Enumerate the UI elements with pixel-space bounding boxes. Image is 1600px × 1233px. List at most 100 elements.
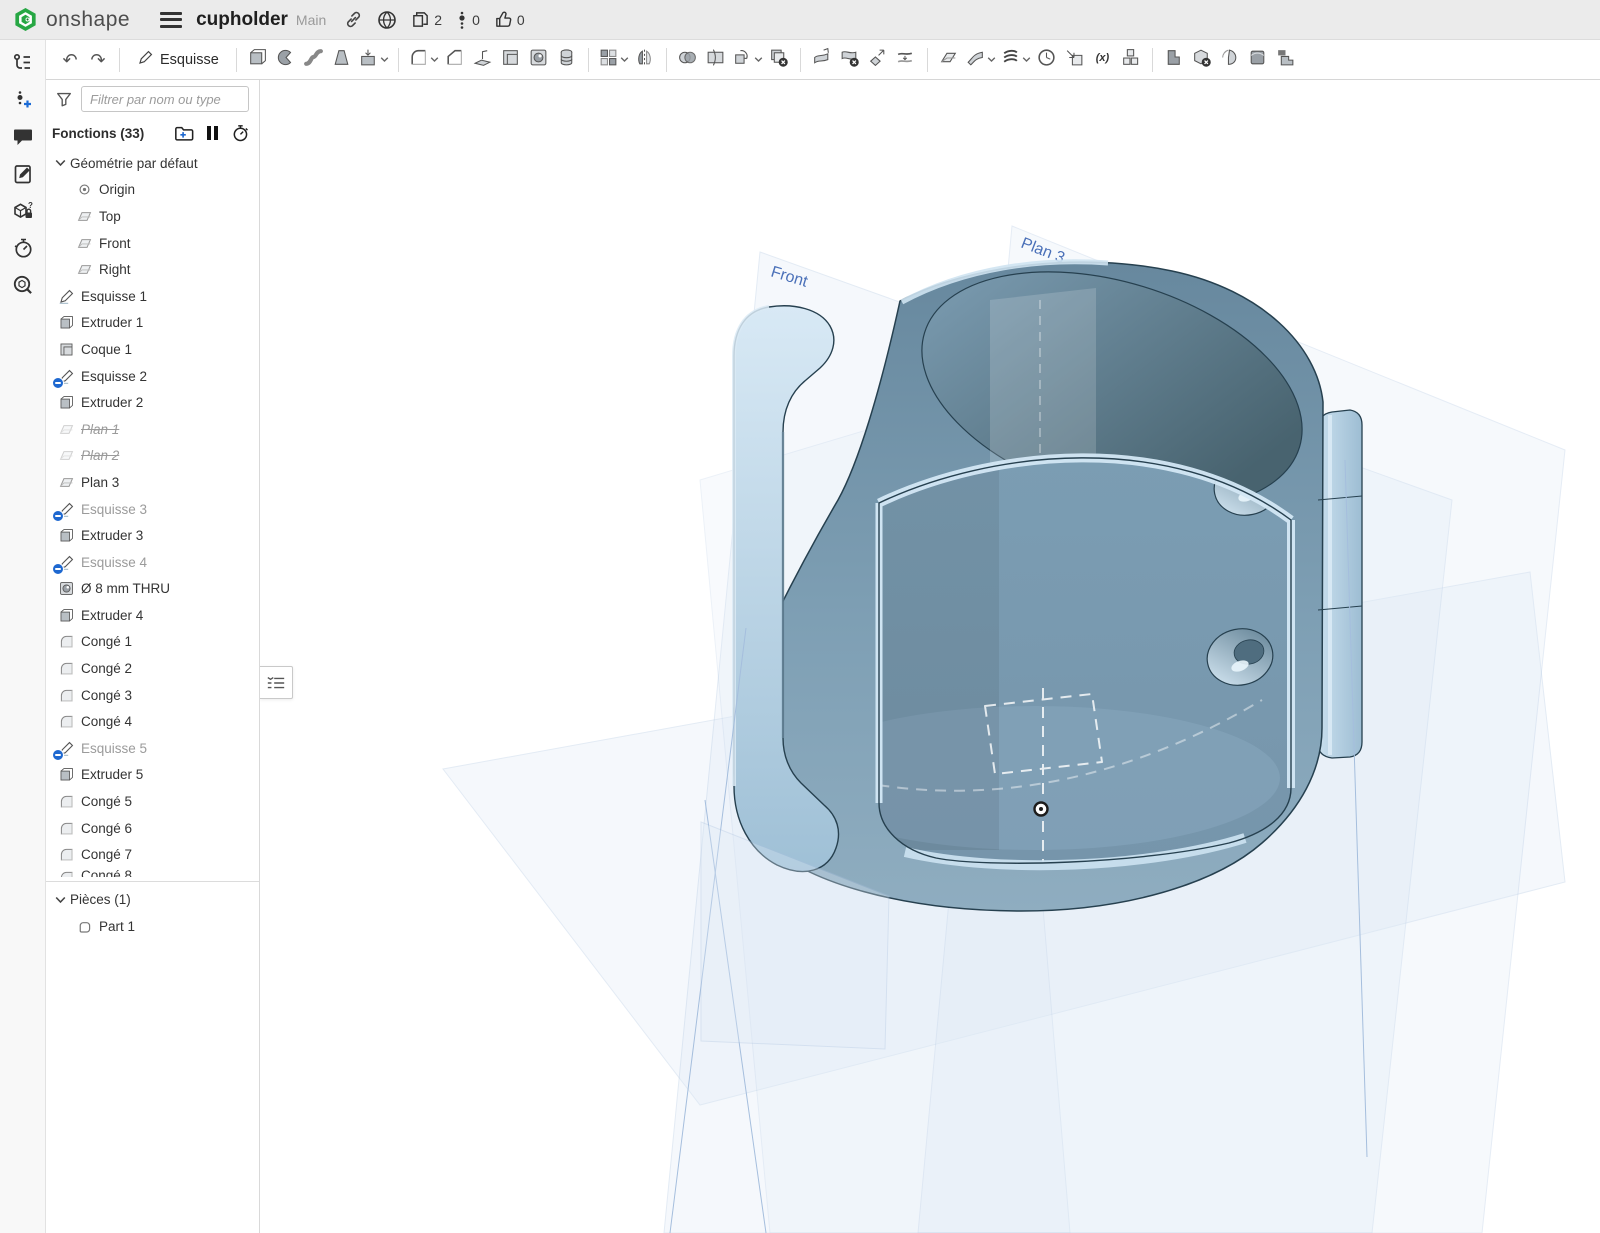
blocks-button[interactable]: [1117, 45, 1145, 75]
tree-feature-row[interactable]: Congé 6: [46, 815, 259, 842]
tree-feature-row[interactable]: Extruder 1: [46, 310, 259, 337]
import-icon: [1064, 47, 1085, 73]
shell-button[interactable]: [497, 45, 525, 75]
tree-feature-row[interactable]: Front: [46, 230, 259, 257]
mirror-button[interactable]: [631, 45, 659, 75]
feature-tree-rail-button[interactable]: [6, 48, 40, 82]
tree-feature-row[interactable]: Esquisse 3: [46, 496, 259, 523]
helix-button[interactable]: [998, 45, 1033, 75]
linear-pattern-button[interactable]: [596, 45, 631, 75]
extrude-button[interactable]: [244, 45, 272, 75]
transform-button[interactable]: [730, 45, 765, 75]
pattern-part-button[interactable]: [1272, 45, 1300, 75]
tree-collapse-handle[interactable]: [260, 666, 293, 699]
tree-feature-row[interactable]: Top: [46, 203, 259, 230]
delete-face-button[interactable]: [836, 45, 864, 75]
section-button[interactable]: [1216, 45, 1244, 75]
appearance-button[interactable]: [1244, 45, 1272, 75]
search-rail-button[interactable]: [6, 270, 40, 304]
import-button[interactable]: [1061, 45, 1089, 75]
tree-feature-row[interactable]: Esquisse 5: [46, 735, 259, 762]
tree-feature-row[interactable]: Origin: [46, 177, 259, 204]
hole-button[interactable]: [525, 45, 553, 75]
variable-button[interactable]: (x): [1089, 45, 1117, 75]
delete-part-button[interactable]: [765, 45, 793, 75]
sweep-button[interactable]: [300, 45, 328, 75]
tree-feature-row[interactable]: Extruder 4: [46, 602, 259, 629]
tree-feature-row[interactable]: Congé 2: [46, 655, 259, 682]
chevron-down-icon[interactable]: [987, 56, 996, 63]
origin-marker[interactable]: [1035, 803, 1048, 816]
tree-feature-row[interactable]: Plan 1: [46, 416, 259, 443]
delete-body-button[interactable]: [1188, 45, 1216, 75]
redo-button[interactable]: ↷: [84, 45, 112, 75]
sketch-button[interactable]: Esquisse: [127, 45, 229, 75]
tree-feature-row[interactable]: Extruder 2: [46, 389, 259, 416]
modify-fillet-button[interactable]: [808, 45, 836, 75]
version-dots-icon: [456, 10, 468, 30]
feature-toolbar: ↶↷ Esquisse (x): [46, 40, 1600, 80]
likes-counter[interactable]: 0: [494, 10, 525, 29]
public-document-button[interactable]: [377, 10, 397, 30]
chevron-down-icon[interactable]: [380, 56, 389, 63]
menu-icon[interactable]: [160, 12, 182, 28]
tree-feature-row[interactable]: Part 1: [46, 913, 259, 940]
learning-rail-button[interactable]: ?: [6, 196, 40, 230]
tree-feature-row[interactable]: Esquisse 1: [46, 283, 259, 310]
loft-button[interactable]: [328, 45, 356, 75]
suspend-icon[interactable]: [206, 125, 219, 141]
share-link-button[interactable]: [344, 10, 363, 29]
tree-feature-row[interactable]: Plan 2: [46, 443, 259, 470]
tree-feature-row[interactable]: Esquisse 2: [46, 363, 259, 390]
thicken-button[interactable]: [356, 45, 391, 75]
tree-feature-row[interactable]: Plan 3: [46, 469, 259, 496]
undo-button[interactable]: ↶: [56, 45, 84, 75]
move-face-button[interactable]: [864, 45, 892, 75]
parts-header-row[interactable]: Pièces (1): [46, 886, 259, 913]
offset-surface-button[interactable]: [963, 45, 998, 75]
tree-feature-row[interactable]: Congé 1: [46, 629, 259, 656]
copies-counter[interactable]: 2: [411, 10, 442, 29]
filter-icon[interactable]: [55, 90, 73, 108]
chamfer-button[interactable]: [441, 45, 469, 75]
workspace-name[interactable]: Main: [296, 12, 326, 28]
rollback-timer-icon[interactable]: [231, 124, 249, 142]
notes-rail-button[interactable]: [6, 159, 40, 193]
tree-feature-row[interactable]: Congé 5: [46, 788, 259, 815]
tree-feature-row[interactable]: Esquisse 4: [46, 549, 259, 576]
chevron-down-icon[interactable]: [430, 56, 439, 63]
tree-feature-row[interactable]: Congé 3: [46, 682, 259, 709]
plane-icon: [75, 261, 93, 279]
chevron-down-icon[interactable]: [620, 56, 629, 63]
replace-face-button[interactable]: [892, 45, 920, 75]
versions-add-rail-button[interactable]: [6, 85, 40, 119]
boolean-button[interactable]: [674, 45, 702, 75]
split-button[interactable]: [702, 45, 730, 75]
tree-feature-row[interactable]: Coque 1: [46, 336, 259, 363]
add-folder-icon[interactable]: [174, 125, 194, 142]
revolve-button[interactable]: [272, 45, 300, 75]
plane-button[interactable]: [935, 45, 963, 75]
rib-button[interactable]: [553, 45, 581, 75]
tree-feature-row[interactable]: Ø 8 mm THRU: [46, 576, 259, 603]
tree-feature-row[interactable]: Congé 7: [46, 841, 259, 868]
tree-feature-row[interactable]: Congé 8: [46, 868, 259, 877]
fillet-button[interactable]: [406, 45, 441, 75]
tree-feature-row[interactable]: Extruder 5: [46, 762, 259, 789]
tree-group-row[interactable]: Géométrie par défaut: [46, 150, 259, 177]
tree-feature-row[interactable]: Extruder 3: [46, 522, 259, 549]
tree-feature-row[interactable]: Congé 4: [46, 708, 259, 735]
filter-input[interactable]: [81, 86, 249, 112]
draft-button[interactable]: [469, 45, 497, 75]
extract-part-button[interactable]: [1160, 45, 1188, 75]
performance-rail-button[interactable]: [6, 233, 40, 267]
cupholder-model[interactable]: [734, 229, 1362, 911]
viewport-3d[interactable]: Front Plan 3 Right: [260, 80, 1600, 1233]
followers-counter[interactable]: 0: [456, 10, 480, 30]
chevron-down-icon[interactable]: [1022, 56, 1031, 63]
comments-rail-button[interactable]: [6, 122, 40, 156]
tree-item-label: Congé 2: [81, 661, 132, 676]
clock-button[interactable]: [1033, 45, 1061, 75]
tree-feature-row[interactable]: Right: [46, 256, 259, 283]
chevron-down-icon[interactable]: [754, 56, 763, 63]
